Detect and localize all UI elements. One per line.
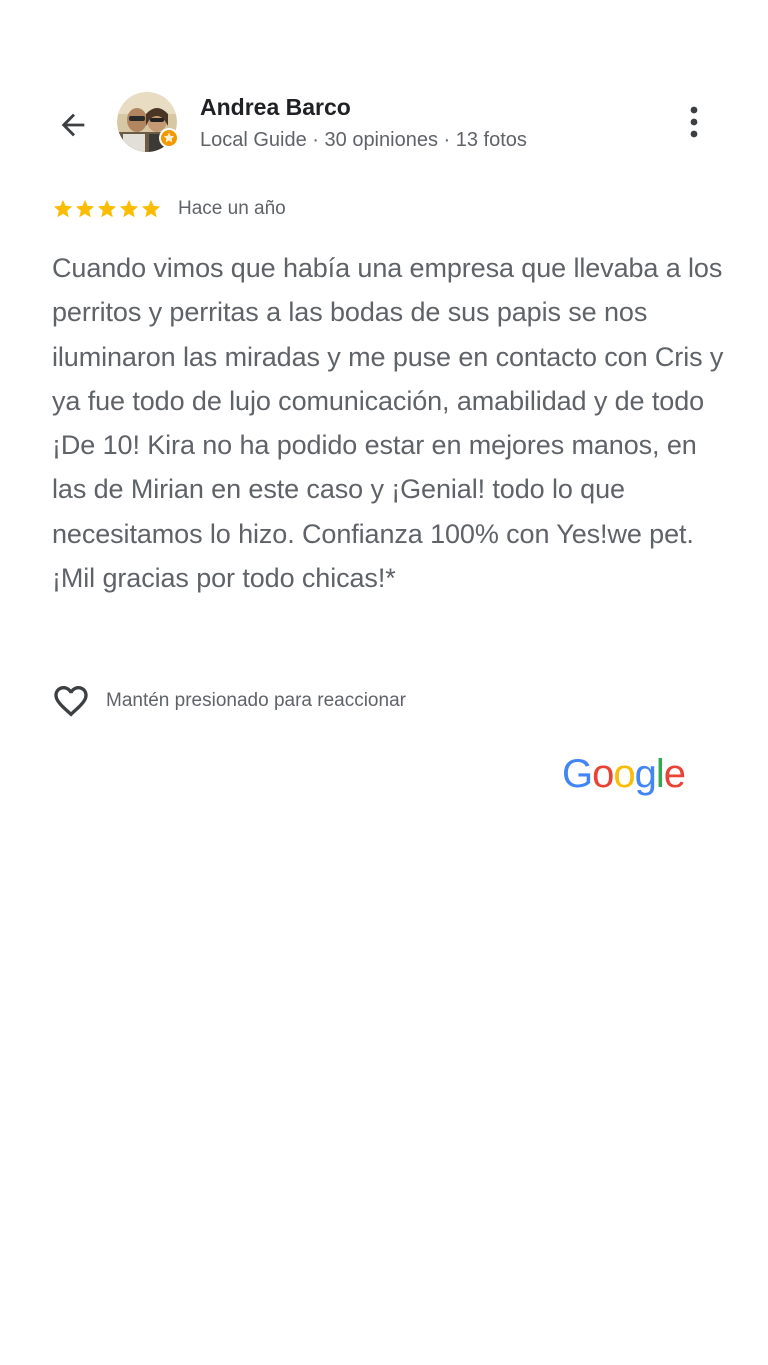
- reviewer-name[interactable]: Andrea Barco: [200, 94, 351, 121]
- google-logo-letter: o: [592, 752, 614, 796]
- avatar[interactable]: [117, 92, 179, 152]
- google-logo-letter: l: [655, 752, 665, 796]
- star-icon: [119, 199, 139, 218]
- google-logo: Google: [562, 752, 686, 797]
- review-header: Andrea Barco Local Guide · 30 opiniones …: [0, 88, 768, 158]
- react-button[interactable]: [50, 680, 92, 722]
- more-vertical-icon: [690, 106, 698, 138]
- star-icon: [97, 199, 117, 218]
- star-icon: [53, 199, 73, 218]
- local-guide-badge-icon: [159, 128, 179, 148]
- google-logo-letter: G: [562, 752, 593, 796]
- rating-row: Hace un año: [52, 195, 286, 223]
- heart-outline-icon: [54, 686, 88, 717]
- back-button[interactable]: [50, 102, 96, 148]
- reaction-row: Mantén presionado para reaccionar: [50, 680, 406, 722]
- star-icon: [75, 199, 95, 218]
- more-options-button[interactable]: [672, 100, 716, 144]
- google-logo-letter: o: [613, 752, 635, 796]
- review-text: Cuando vimos que había una empresa que l…: [52, 253, 724, 594]
- review-date: Hace un año: [178, 198, 286, 219]
- reviewer-meta: Local Guide · 30 opiniones · 13 fotos: [200, 129, 527, 151]
- google-logo-letter: e: [663, 752, 686, 796]
- arrow-back-icon: [61, 113, 85, 137]
- star-icon: [141, 199, 161, 218]
- reaction-hint: Mantén presionado para reaccionar: [106, 690, 406, 711]
- google-logo-letter: g: [634, 752, 657, 796]
- star-rating: [52, 198, 162, 220]
